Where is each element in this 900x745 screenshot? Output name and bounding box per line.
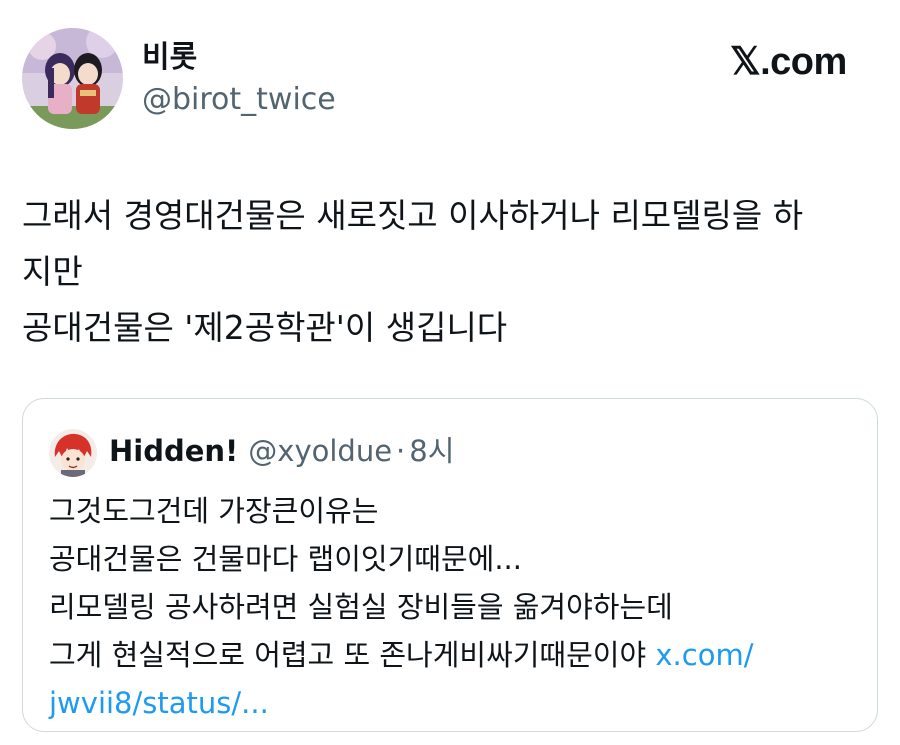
author-handle[interactable]: @birot_twice <box>142 80 336 120</box>
tweet-text-line: 지만 <box>22 252 83 291</box>
author-display-name[interactable]: 비롯 <box>142 38 197 78</box>
tweet-text: 그래서 경영대건물은 새로짓고 이사하거나 리모델링을 하 지만 공대건물은 '… <box>22 188 882 356</box>
quoted-text-line: 공대건물은 건물마다 랩이잇기때문에... <box>49 542 522 576</box>
tweet-text-line: 그래서 경영대건물은 새로짓고 이사하거나 리모델링을 하 <box>22 196 804 235</box>
avatar-image <box>22 28 123 129</box>
quoted-tweet-header: Hidden! @xyoldue · 8시 <box>109 431 454 476</box>
tweet-text-line: 공대건물은 '제2공학관'이 생깁니다 <box>22 308 508 347</box>
quoted-tweet-link[interactable]: x.com/ <box>655 638 753 672</box>
quoted-text-line-content: 그게 현실적으로 어렵고 또 존나게비싸기때문이야 <box>49 638 647 672</box>
x-com-logo: 𝕏.com <box>730 41 847 83</box>
quoted-tweet-text: 그것도그건데 가장큰이유는 공대건물은 건물마다 랩이잇기때문에... 리모델링… <box>49 487 869 727</box>
quoted-text-line: 리모델링 공사하려면 실험실 장비들을 옮겨야하는데 <box>49 590 673 624</box>
quoted-text-line: 그것도그건데 가장큰이유는 <box>49 494 379 528</box>
quoted-tweet-link-continued[interactable]: jwvii8/status/... <box>49 686 269 720</box>
quoted-author-display-name[interactable]: Hidden! <box>109 434 238 468</box>
quoted-text-line: 그게 현실적으로 어렵고 또 존나게비싸기때문이야 x.com/ <box>49 631 869 679</box>
quoted-tweet-time[interactable]: 8시 <box>409 434 454 468</box>
avatar-image <box>49 429 97 477</box>
author-avatar[interactable] <box>22 28 123 129</box>
quoted-tweet-card[interactable]: Hidden! @xyoldue · 8시 그것도그건데 가장큰이유는 공대건물은 건… <box>22 398 878 732</box>
quoted-text-line: jwvii8/status/... <box>49 679 869 727</box>
separator-dot: · <box>396 434 406 468</box>
quoted-author-handle[interactable]: @xyoldue <box>248 434 392 468</box>
quoted-author-avatar[interactable] <box>49 429 97 477</box>
